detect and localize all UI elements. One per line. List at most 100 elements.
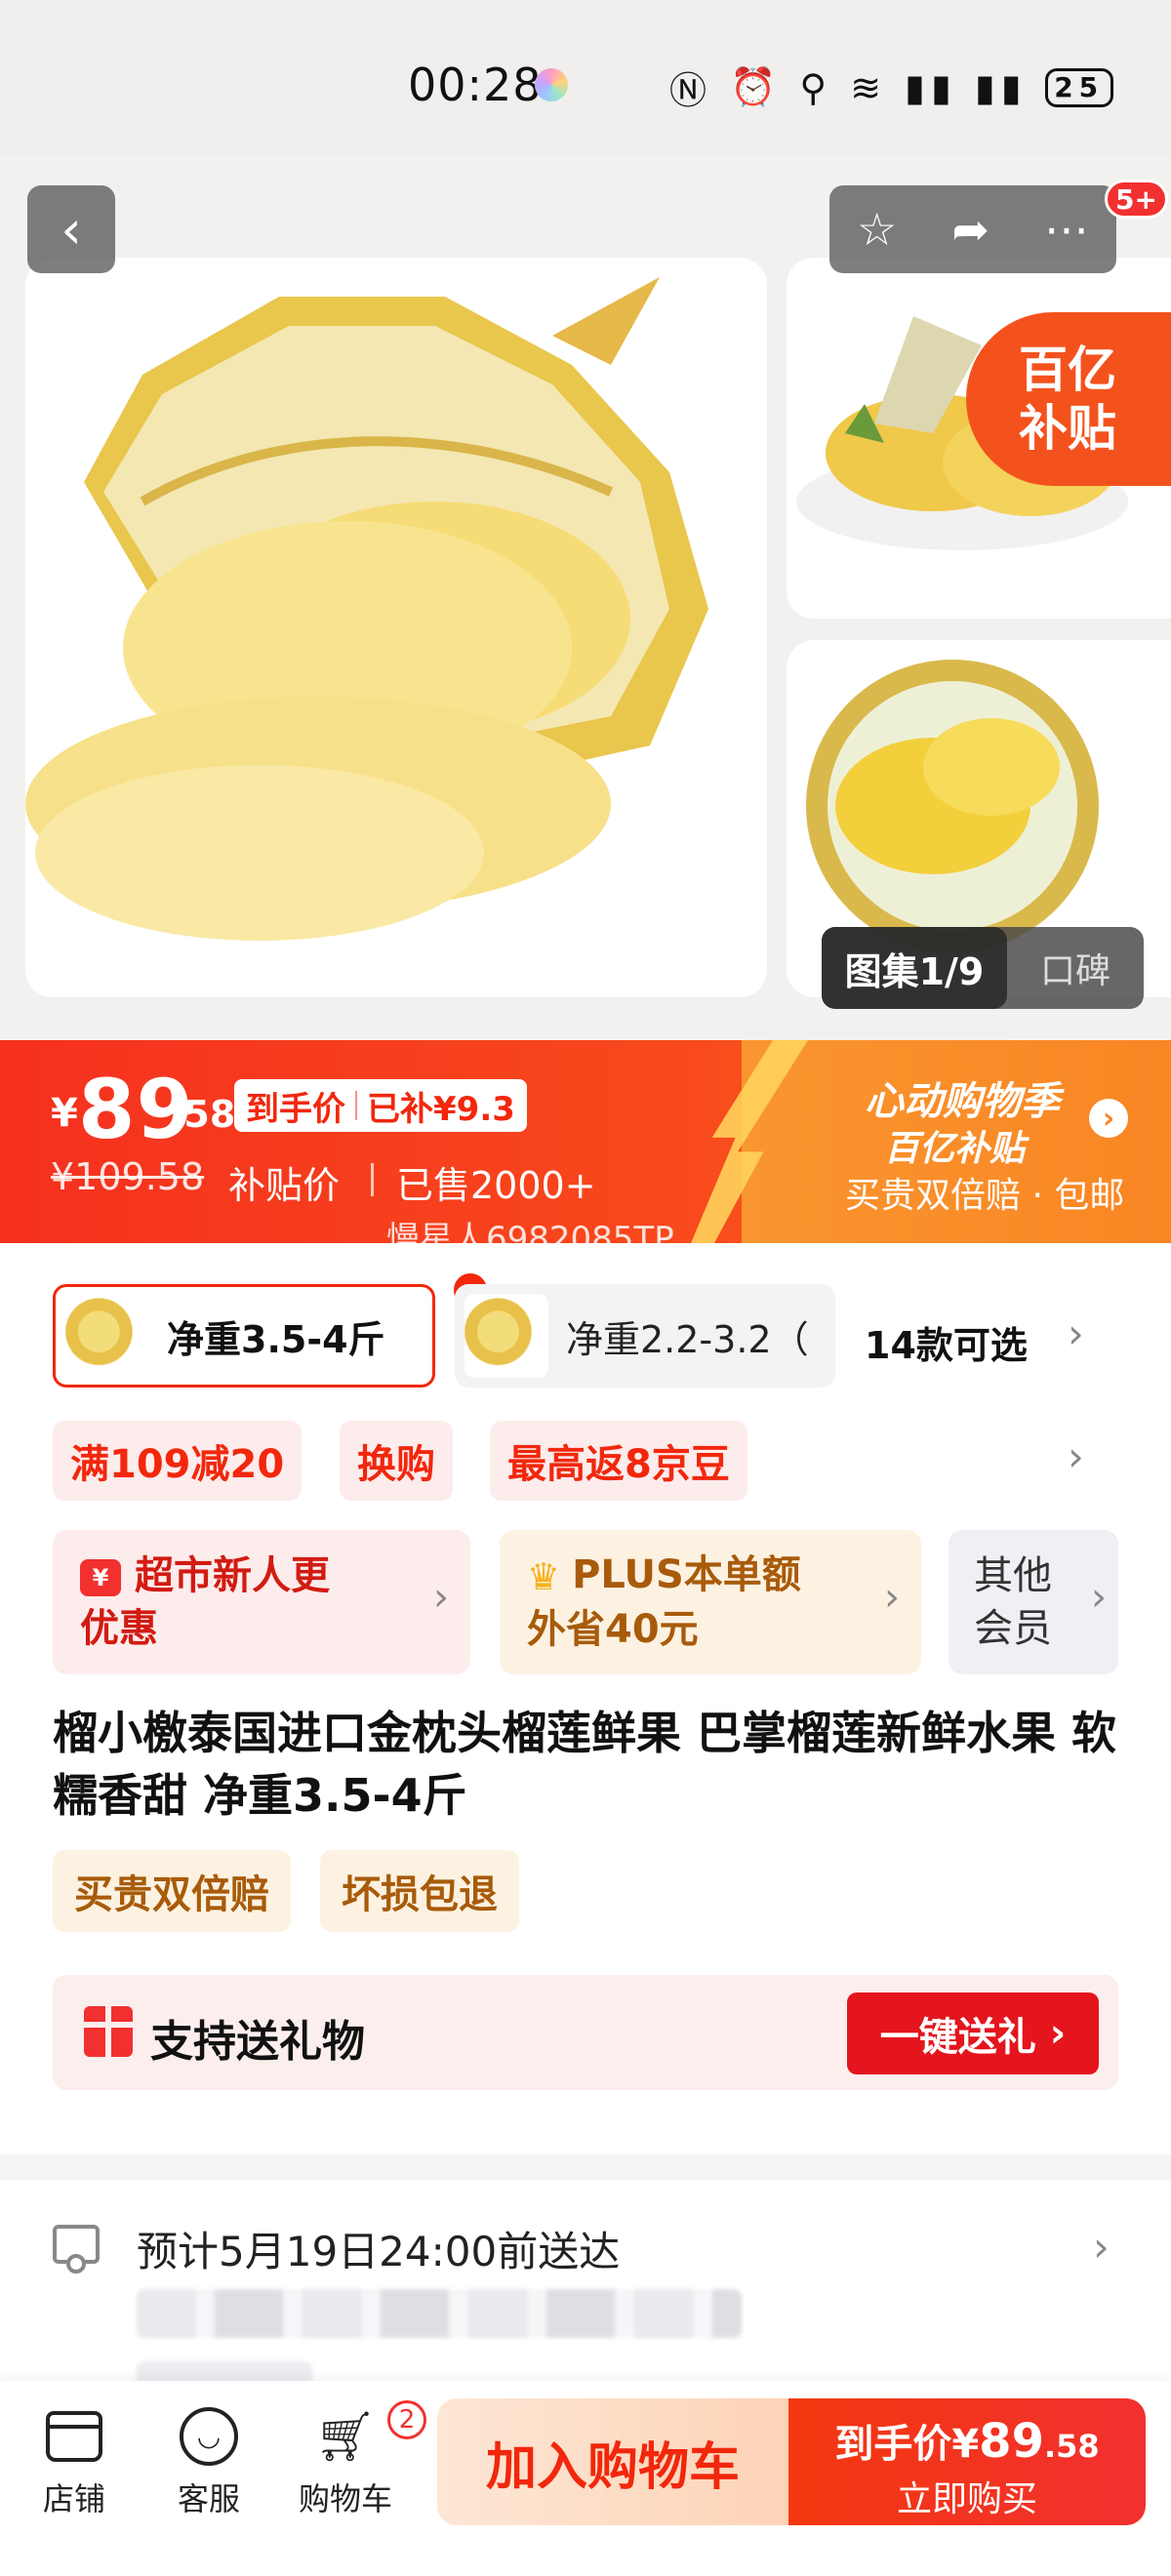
share-icon[interactable]: ➦: [951, 203, 989, 256]
delivery-section[interactable]: 预计5月19日24:00前送达 ›: [0, 2180, 1171, 2395]
send-gift-label: 一键送礼: [879, 2015, 1036, 2060]
status-bar: 00:28 Ⓝ ⏰ ⚲ ≋ ▮▮ ▮▮ 25: [0, 0, 1171, 156]
buy-now-label: 立即购买: [896, 2479, 1037, 2519]
other-line1: 其他: [974, 1553, 1052, 1598]
status-icons: Ⓝ ⏰ ⚲ ≋ ▮▮ ▮▮ 25: [669, 60, 1113, 114]
price-currency: ¥: [51, 1091, 78, 1136]
cart-button[interactable]: 🛒︎ 2 购物车: [287, 2400, 426, 2519]
buy-price-line: 到手价¥89.58: [788, 2412, 1146, 2469]
subsidy-corner-badge: 百亿 补贴: [966, 312, 1171, 486]
nfc-icon: Ⓝ: [669, 69, 713, 112]
main-product-image[interactable]: [25, 258, 767, 997]
gift-banner: 支持送礼物 一键送礼 ›: [53, 1975, 1118, 2090]
variant-thumbnail: [65, 1294, 149, 1378]
subsidy-price-label: 补贴价: [228, 1164, 341, 1207]
chevron-right-icon[interactable]: ›: [1089, 1099, 1128, 1138]
promo-subtitle: 百亿补贴: [884, 1129, 1026, 1169]
product-title: 榴小檄泰国进口金枕头榴莲鲜果 巴掌榴莲新鲜水果 软糯香甜 净重3.5-4斤: [53, 1707, 1117, 1822]
membership-row: ¥ 超市新人更 优惠 › ♛ PLUS本单额 外省40元 › 其他 会员 ›: [0, 1530, 1171, 1674]
plus-text: ♛ PLUS本单额 外省40元: [500, 1549, 801, 1656]
chevron-right-icon[interactable]: ›: [1068, 1309, 1084, 1357]
service-label: 客服: [177, 2480, 240, 2517]
promo-tag-exchange[interactable]: 换购: [340, 1421, 453, 1501]
buy-price-integer: 89: [979, 2414, 1044, 2469]
location-icon: ⚲: [799, 65, 833, 109]
chevron-right-icon: ›: [433, 1575, 449, 1620]
subsidy-amount: 已补¥9.3: [367, 1089, 515, 1129]
variant-option[interactable]: 净重2.2-3.2（: [455, 1284, 835, 1388]
bottom-action-bar: 店铺 ◡ 客服 🛒︎ 2 购物车 加入购物车 到手价¥89.58 立即购买: [0, 2381, 1171, 2576]
buy-now-button[interactable]: 到手价¥89.58 立即购买: [788, 2398, 1146, 2525]
wifi-icon: ≋: [850, 65, 888, 109]
tag-divider: [355, 1091, 357, 1120]
service-button[interactable]: ◡ 客服: [150, 2406, 267, 2519]
back-button[interactable]: ‹: [27, 185, 115, 273]
promo-benefits: 买贵双倍赔 · 包邮: [845, 1176, 1125, 1216]
add-to-cart-button[interactable]: 加入购物车: [437, 2398, 788, 2525]
price-banner[interactable]: ¥ 89 .58 到手价 已补¥9.3 ¥109.58 补贴价 已售2000+ …: [0, 1040, 1171, 1243]
chevron-right-icon: ›: [884, 1575, 900, 1620]
durian-main-illustration: [25, 277, 708, 941]
top-actions: ☆ ➦ ⋯: [829, 185, 1116, 273]
plus-line2: 外省40元: [527, 1607, 699, 1652]
status-time: 00:28: [408, 59, 543, 111]
guarantee-tags: 买贵双倍赔 坏损包退: [53, 1850, 519, 1932]
variant-count[interactable]: 14款可选: [865, 1315, 1028, 1369]
cart-icon: 🛒︎: [314, 2407, 377, 2465]
new-user-card[interactable]: ¥ 超市新人更 优惠 ›: [53, 1530, 470, 1674]
variant-selector: 净重3.5-4斤 净重2.2-3.2（ 14款可选 ›: [0, 1268, 1171, 1395]
chevron-right-icon[interactable]: ›: [1068, 1432, 1084, 1480]
other-line2: 会员: [974, 1606, 1052, 1651]
store-icon-wrap: [44, 2406, 104, 2467]
store-button[interactable]: 店铺: [16, 2406, 133, 2519]
promo-title: 心动购物季: [865, 1079, 1060, 1124]
new-user-text: ¥ 超市新人更 优惠: [53, 1550, 330, 1655]
plus-card[interactable]: ♛ PLUS本单额 外省40元 ›: [500, 1530, 921, 1674]
new-user-line1: 超市新人更: [135, 1553, 330, 1598]
other-members-card[interactable]: 其他 会员 ›: [949, 1530, 1118, 1674]
new-user-line2: 优惠: [80, 1606, 158, 1651]
more-icon[interactable]: ⋯: [1044, 203, 1089, 256]
truck-icon: [53, 2225, 100, 2274]
promo-tag-jingdou[interactable]: 最高返8京豆: [490, 1421, 747, 1501]
crown-icon: ♛: [527, 1555, 561, 1598]
promotion-row[interactable]: 满109减20 换购 最高返8京豆 ›: [0, 1417, 1171, 1505]
product-gallery[interactable]: ‹ ☆ ➦ ⋯ 5+ 百亿 补贴 图集1/9 口碑: [0, 156, 1171, 1040]
chevron-right-icon: ›: [1091, 1575, 1107, 1620]
buy-price-decimal: .58: [1043, 2428, 1100, 2465]
cart-count-badge: 2: [387, 2400, 426, 2439]
signal-5g-icon: ▮▮: [974, 65, 1028, 109]
battery-icon: 25: [1044, 67, 1113, 107]
app-indicator-icon: [535, 68, 568, 101]
guarantee-tag[interactable]: 坏损包退: [320, 1850, 519, 1932]
chat-smile-icon: ◡: [180, 2407, 238, 2466]
variant-thumbnail: [464, 1294, 548, 1378]
gallery-switcher[interactable]: 图集1/9 口碑: [822, 927, 1144, 1009]
variant-label: 净重2.2-3.2（: [566, 1317, 809, 1361]
final-price-tag: 到手价 已补¥9.3: [234, 1079, 527, 1132]
album-tab[interactable]: 图集1/9: [822, 927, 1007, 1009]
store-label: 店铺: [42, 2480, 105, 2517]
price-decimal: .58: [170, 1093, 236, 1136]
send-gift-button[interactable]: 一键送礼 ›: [847, 1992, 1099, 2074]
promo-tag-discount[interactable]: 满109减20: [53, 1421, 303, 1501]
product-detail-page: 00:28 Ⓝ ⏰ ⚲ ≋ ▮▮ ▮▮ 25 ‹ ☆ ➦ ⋯ 5+ 百亿 补贴 …: [0, 0, 1171, 2576]
subsidy-corner-line1: 百亿: [1019, 342, 1116, 398]
gift-text: 支持送礼物: [150, 2017, 365, 2067]
delivery-estimate: 预计5月19日24:00前送达: [137, 2228, 621, 2275]
user-watermark: 慢星人6982085TP: [386, 1220, 674, 1243]
message-badge: 5+: [1105, 180, 1168, 219]
sold-count: 已售2000+: [396, 1164, 596, 1207]
guarantee-tag[interactable]: 买贵双倍赔: [53, 1850, 291, 1932]
cart-label: 购物车: [298, 2480, 392, 2517]
buy-price-prefix: 到手价¥: [834, 2422, 980, 2467]
signal-4g-icon: ▮▮: [905, 65, 957, 109]
final-price-label: 到手价: [246, 1089, 345, 1129]
section-divider: [0, 2154, 1171, 2180]
chevron-right-icon: ›: [1049, 2011, 1067, 2056]
service-icon-wrap: ◡: [179, 2406, 239, 2467]
chevron-right-icon[interactable]: ›: [1093, 2223, 1110, 2271]
favorite-star-icon[interactable]: ☆: [857, 203, 897, 256]
variant-option-selected[interactable]: 净重3.5-4斤: [53, 1273, 487, 1388]
review-tab[interactable]: 口碑: [1007, 943, 1144, 993]
